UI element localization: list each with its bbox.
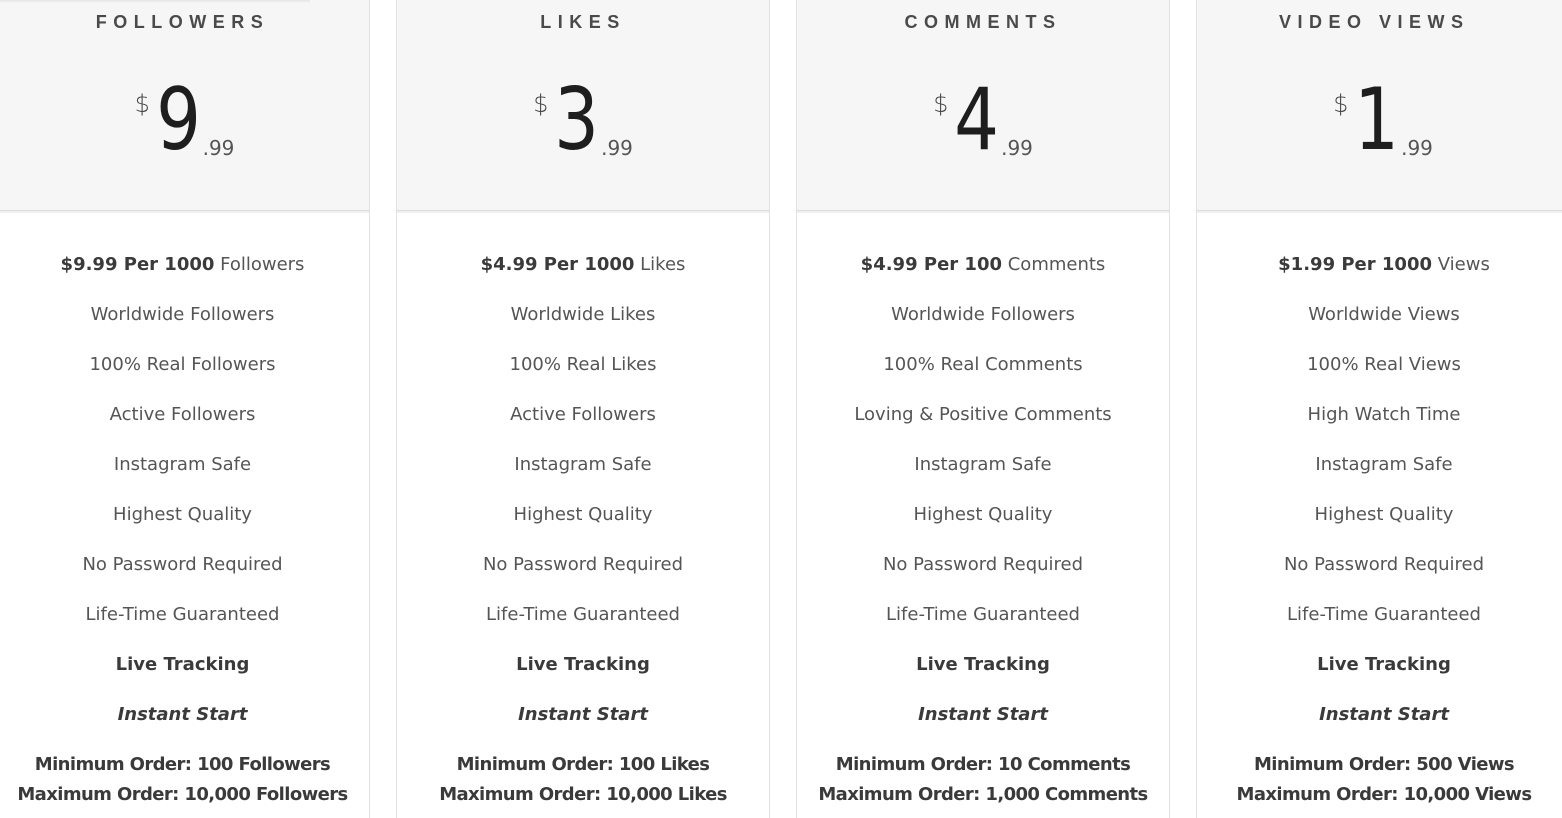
feature-item: Highest Quality [113, 504, 252, 525]
plan-title: Video Views [1279, 12, 1470, 32]
feature-item: Loving & Positive Comments [854, 404, 1112, 425]
top-shadow-divider [0, 0, 310, 3]
feature-rate: $1.99 Per 1000 Views [1197, 253, 1562, 303]
price-currency: $ [533, 90, 549, 118]
rate-unit: Comments [1007, 254, 1106, 275]
feature-live-tracking: Live Tracking [115, 654, 250, 675]
price-currency: $ [134, 90, 150, 118]
price-amount: 3 [554, 70, 599, 170]
pricing-table: Followers $9.99 $9.99 Per 1000 Followers… [0, 0, 1562, 818]
feature-item: Active Followers [510, 404, 656, 425]
pricing-card-header: Followers $9.99 [0, 0, 369, 211]
pricing-card-likes: Likes $3.99 $4.99 Per 1000 Likes Worldwi… [396, 0, 770, 818]
price-amount: 9 [155, 70, 201, 170]
rate-unit: Likes [640, 254, 686, 275]
rate-bold: $1.99 Per 1000 [1278, 254, 1432, 275]
feature-item: Instagram Safe [514, 454, 652, 475]
feature-list: $4.99 Per 1000 Likes Worldwide Likes 100… [397, 211, 769, 813]
price-cents: .99 [1401, 136, 1433, 160]
feature-item: Life-Time Guaranteed [486, 604, 680, 625]
pricing-card-followers: Followers $9.99 $9.99 Per 1000 Followers… [0, 0, 370, 818]
maximum-order: Maximum Order: 10,000 Followers [17, 784, 348, 805]
plan-price: $9.99 [0, 74, 369, 174]
rate-bold: $4.99 Per 1000 [480, 254, 635, 275]
feature-item: 100% Real Followers [89, 354, 276, 375]
price-cents: .99 [601, 136, 633, 160]
price-currency: $ [1333, 90, 1349, 118]
minimum-order: Minimum Order: 10 Comments [835, 754, 1131, 775]
feature-item: Highest Quality [1314, 504, 1454, 525]
feature-item: No Password Required [82, 554, 283, 575]
feature-item: 100% Real Views [1307, 354, 1461, 375]
feature-item: Active Followers [109, 404, 256, 425]
maximum-order: Maximum Order: 10,000 Likes [439, 784, 727, 805]
plan-title: Followers [95, 12, 270, 32]
feature-list: $1.99 Per 1000 Views Worldwide Views 100… [1197, 211, 1562, 813]
feature-instant-start: Instant Start [518, 704, 648, 725]
plan-price: $4.99 [797, 74, 1169, 174]
feature-item: Worldwide Followers [891, 304, 1075, 325]
feature-list: $9.99 Per 1000 Followers Worldwide Follo… [0, 211, 369, 813]
feature-item: Instagram Safe [1315, 454, 1453, 475]
minimum-order: Minimum Order: 100 Followers [34, 754, 331, 775]
feature-item: High Watch Time [1307, 404, 1461, 425]
feature-live-tracking: Live Tracking [1317, 654, 1451, 675]
plan-price: $3.99 [397, 74, 769, 174]
rate-bold: $4.99 Per 100 [860, 254, 1002, 275]
feature-item: Highest Quality [513, 504, 653, 525]
feature-live-tracking: Live Tracking [916, 654, 1050, 675]
feature-instant-start: Instant Start [1319, 704, 1449, 725]
maximum-order: Maximum Order: 1,000 Comments [818, 784, 1148, 805]
rate-unit: Followers [220, 254, 305, 275]
feature-item: No Password Required [1283, 554, 1485, 575]
price-currency: $ [933, 90, 949, 118]
feature-list: $4.99 Per 100 Comments Worldwide Followe… [797, 211, 1169, 813]
minimum-order: Minimum Order: 100 Likes [456, 754, 710, 775]
plan-title: Comments [904, 12, 1062, 32]
maximum-order: Maximum Order: 10,000 Views [1236, 784, 1533, 805]
feature-item: Life-Time Guaranteed [85, 604, 280, 625]
minimum-order: Minimum Order: 500 Views [1253, 754, 1515, 775]
feature-item: No Password Required [882, 554, 1084, 575]
feature-item: Highest Quality [913, 504, 1053, 525]
feature-item: 100% Real Likes [509, 354, 657, 375]
feature-item: Worldwide Views [1308, 304, 1460, 325]
price-amount: 4 [954, 70, 999, 170]
feature-rate: $9.99 Per 1000 Followers [0, 253, 369, 303]
feature-instant-start: Instant Start [117, 704, 248, 725]
feature-rate: $4.99 Per 100 Comments [797, 253, 1169, 303]
feature-item: No Password Required [482, 554, 684, 575]
feature-item: 100% Real Comments [883, 354, 1083, 375]
feature-item: Life-Time Guaranteed [886, 604, 1080, 625]
feature-instant-start: Instant Start [918, 704, 1048, 725]
price-amount: 1 [1354, 70, 1399, 170]
rate-bold: $9.99 Per 1000 [60, 254, 215, 275]
rate-unit: Views [1437, 254, 1490, 275]
price-cents: .99 [202, 136, 235, 160]
feature-item: Worldwide Followers [90, 304, 275, 325]
pricing-card-header: Comments $4.99 [797, 0, 1169, 211]
plan-price: $1.99 [1197, 74, 1562, 174]
price-cents: .99 [1001, 136, 1033, 160]
feature-item: Instagram Safe [914, 454, 1052, 475]
pricing-card-video-views: Video Views $1.99 $1.99 Per 1000 Views W… [1196, 0, 1562, 818]
pricing-card-header: Likes $3.99 [397, 0, 769, 211]
plan-title: Likes [540, 12, 626, 32]
feature-live-tracking: Live Tracking [516, 654, 650, 675]
feature-item: Worldwide Likes [510, 304, 656, 325]
feature-item: Instagram Safe [113, 454, 252, 475]
pricing-card-comments: Comments $4.99 $4.99 Per 100 Comments Wo… [796, 0, 1170, 818]
feature-rate: $4.99 Per 1000 Likes [397, 253, 769, 303]
pricing-card-header: Video Views $1.99 [1197, 0, 1562, 211]
feature-item: Life-Time Guaranteed [1287, 604, 1481, 625]
